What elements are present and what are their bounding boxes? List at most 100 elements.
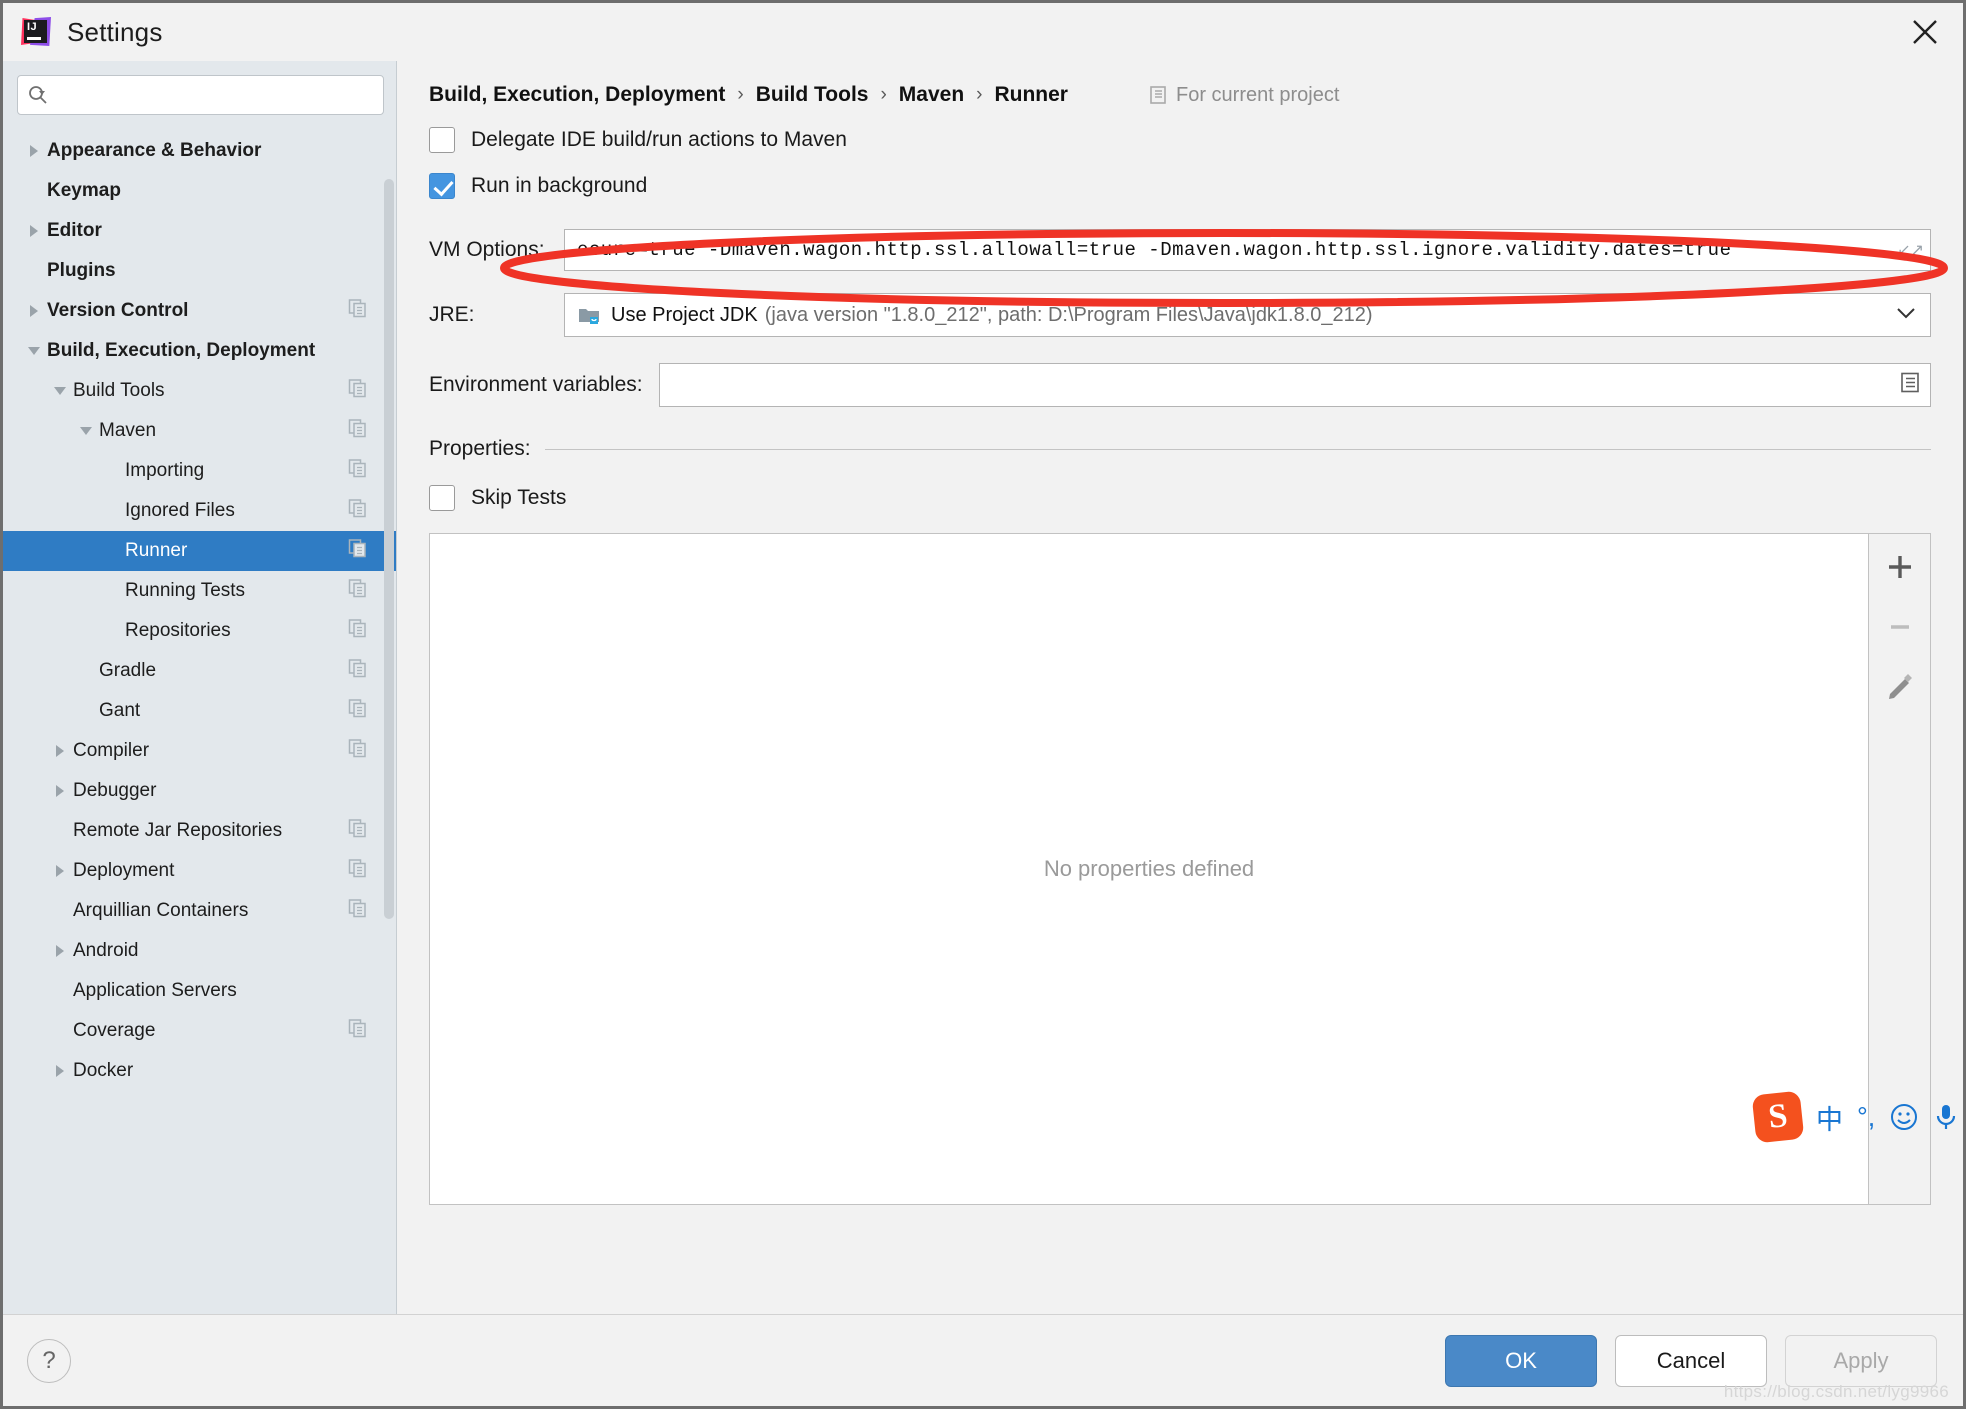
sidebar-item-appearance-behavior[interactable]: Appearance & Behavior: [3, 131, 396, 171]
sidebar-item-build-tools[interactable]: Build Tools: [3, 371, 396, 411]
sidebar-item-label: Running Tests: [125, 580, 245, 602]
delegate-checkbox-row[interactable]: Delegate IDE build/run actions to Maven: [397, 127, 1963, 153]
project-scope-badge-icon: [348, 579, 368, 604]
sidebar-item-compiler[interactable]: Compiler: [3, 731, 396, 771]
sidebar-item-docker[interactable]: Docker: [3, 1051, 396, 1091]
tree-expand-arrow-down-icon[interactable]: [21, 343, 47, 359]
breadcrumb-item-2[interactable]: Maven: [899, 83, 964, 107]
jre-combobox[interactable]: Use Project JDK (java version "1.8.0_212…: [564, 293, 1931, 337]
ime-punctuation-toggle[interactable]: °,: [1857, 1102, 1875, 1133]
search-input[interactable]: [48, 86, 373, 105]
sidebar-item-arquillian-containers[interactable]: Arquillian Containers: [3, 891, 396, 931]
cancel-button[interactable]: Cancel: [1615, 1335, 1767, 1387]
project-scope-badge-icon: [348, 619, 368, 644]
project-scope-badge-icon: [348, 419, 368, 444]
sidebar-item-label: Gradle: [99, 660, 156, 682]
tree-expand-arrow-right-icon[interactable]: [47, 783, 73, 799]
vm-options-field[interactable]: ↙↗: [564, 229, 1931, 271]
project-scope-badge-icon: [348, 859, 368, 884]
apply-button[interactable]: Apply: [1785, 1335, 1937, 1387]
tree-expand-arrow-right-icon[interactable]: [21, 143, 47, 159]
tree-expand-arrow-down-icon[interactable]: [47, 383, 73, 399]
sidebar-item-ignored-files[interactable]: Ignored Files: [3, 491, 396, 531]
sidebar-item-android[interactable]: Android: [3, 931, 396, 971]
sidebar-item-deployment[interactable]: Deployment: [3, 851, 396, 891]
breadcrumb-item-1[interactable]: Build Tools: [756, 83, 869, 107]
sidebar-item-importing[interactable]: Importing: [3, 451, 396, 491]
tree-expand-arrow-right-icon[interactable]: [21, 303, 47, 319]
ok-button[interactable]: OK: [1445, 1335, 1597, 1387]
add-property-button[interactable]: [1883, 550, 1917, 584]
vm-options-input[interactable]: [575, 238, 1920, 262]
dialog-title: Settings: [67, 17, 163, 48]
vm-options-row: VM Options: ↙↗: [397, 229, 1963, 271]
sidebar-item-remote-jar-repositories[interactable]: Remote Jar Repositories: [3, 811, 396, 851]
sidebar-item-label: Maven: [99, 420, 156, 442]
vm-options-label: VM Options:: [429, 238, 564, 262]
sidebar-item-label: Ignored Files: [125, 500, 235, 522]
sidebar-item-label: Gant: [99, 700, 140, 722]
search-box[interactable]: [17, 75, 384, 115]
settings-tree[interactable]: Appearance & BehaviorKeymapEditorPlugins…: [3, 125, 396, 1314]
sidebar-item-label: Importing: [125, 460, 204, 482]
sidebar-item-repositories[interactable]: Repositories: [3, 611, 396, 651]
sidebar-item-coverage[interactable]: Coverage: [3, 1011, 396, 1051]
edit-property-button[interactable]: [1883, 670, 1917, 704]
properties-panel: No properties defined: [429, 533, 1931, 1205]
sogou-ime-toolbar[interactable]: S 中 °,: [1748, 1088, 1965, 1146]
breadcrumb-separator: ›: [880, 84, 886, 106]
sidebar-item-version-control[interactable]: Version Control: [3, 291, 396, 331]
ime-voice-input-button[interactable]: [1933, 1102, 1959, 1132]
environment-variables-label: Environment variables:: [429, 373, 659, 397]
project-scope-badge-icon: [348, 699, 368, 724]
run-in-background-checkbox[interactable]: [429, 173, 455, 199]
tree-expand-arrow-right-icon[interactable]: [47, 863, 73, 879]
sidebar-item-runner[interactable]: Runner: [3, 531, 396, 571]
tree-expand-arrow-right-icon[interactable]: [47, 1063, 73, 1079]
sidebar-item-label: Application Servers: [73, 980, 237, 1002]
sidebar-scrollbar[interactable]: [384, 179, 394, 919]
environment-variables-input[interactable]: [670, 373, 1920, 397]
sidebar-item-build-execution-deployment[interactable]: Build, Execution, Deployment: [3, 331, 396, 371]
skip-tests-checkbox[interactable]: [429, 485, 455, 511]
expand-editor-icon[interactable]: ↙↗: [1897, 240, 1924, 260]
jre-detail-text: (java version "1.8.0_212", path: D:\Prog…: [765, 304, 1373, 327]
tree-expand-arrow-right-icon[interactable]: [21, 223, 47, 239]
sidebar-item-editor[interactable]: Editor: [3, 211, 396, 251]
tree-expand-arrow-right-icon[interactable]: [47, 943, 73, 959]
sidebar-item-label: Version Control: [47, 300, 188, 322]
settings-dialog: Settings Appearance & B: [0, 0, 1966, 1409]
jdk-folder-icon: [577, 303, 601, 327]
breadcrumb-item-0[interactable]: Build, Execution, Deployment: [429, 83, 725, 107]
breadcrumb-item-3[interactable]: Runner: [994, 83, 1068, 107]
skip-tests-row[interactable]: Skip Tests: [397, 485, 1963, 511]
chevron-down-icon[interactable]: [1896, 306, 1916, 324]
sidebar-item-running-tests[interactable]: Running Tests: [3, 571, 396, 611]
project-scope-badge-icon: [348, 499, 368, 524]
sidebar-item-label: Runner: [125, 540, 187, 562]
sidebar-item-application-servers[interactable]: Application Servers: [3, 971, 396, 1011]
environment-variables-field[interactable]: [659, 363, 1931, 407]
breadcrumb-separator: ›: [976, 84, 982, 106]
watermark-text: https://blog.csdn.net/lyg9966: [1724, 1382, 1949, 1402]
sidebar-item-keymap[interactable]: Keymap: [3, 171, 396, 211]
sidebar-item-plugins[interactable]: Plugins: [3, 251, 396, 291]
tree-expand-arrow-down-icon[interactable]: [73, 423, 99, 439]
help-button[interactable]: ?: [27, 1339, 71, 1383]
jre-row: JRE: Use Project JDK (java version "1.8.…: [397, 293, 1963, 337]
ime-emoji-button[interactable]: [1889, 1102, 1919, 1132]
run-in-background-row[interactable]: Run in background: [397, 173, 1963, 199]
tree-expand-arrow-right-icon[interactable]: [47, 743, 73, 759]
sidebar-item-maven[interactable]: Maven: [3, 411, 396, 451]
sidebar-item-debugger[interactable]: Debugger: [3, 771, 396, 811]
browse-list-icon[interactable]: [1898, 371, 1922, 400]
sogou-logo-icon[interactable]: S: [1752, 1091, 1805, 1144]
sidebar-item-gant[interactable]: Gant: [3, 691, 396, 731]
close-icon[interactable]: [1905, 12, 1945, 52]
sidebar-item-label: Android: [73, 940, 139, 962]
project-scope-badge-icon: [348, 459, 368, 484]
remove-property-button[interactable]: [1883, 610, 1917, 644]
sidebar-item-gradle[interactable]: Gradle: [3, 651, 396, 691]
delegate-ide-build-checkbox[interactable]: [429, 127, 455, 153]
ime-language-mode[interactable]: 中: [1816, 1098, 1843, 1137]
